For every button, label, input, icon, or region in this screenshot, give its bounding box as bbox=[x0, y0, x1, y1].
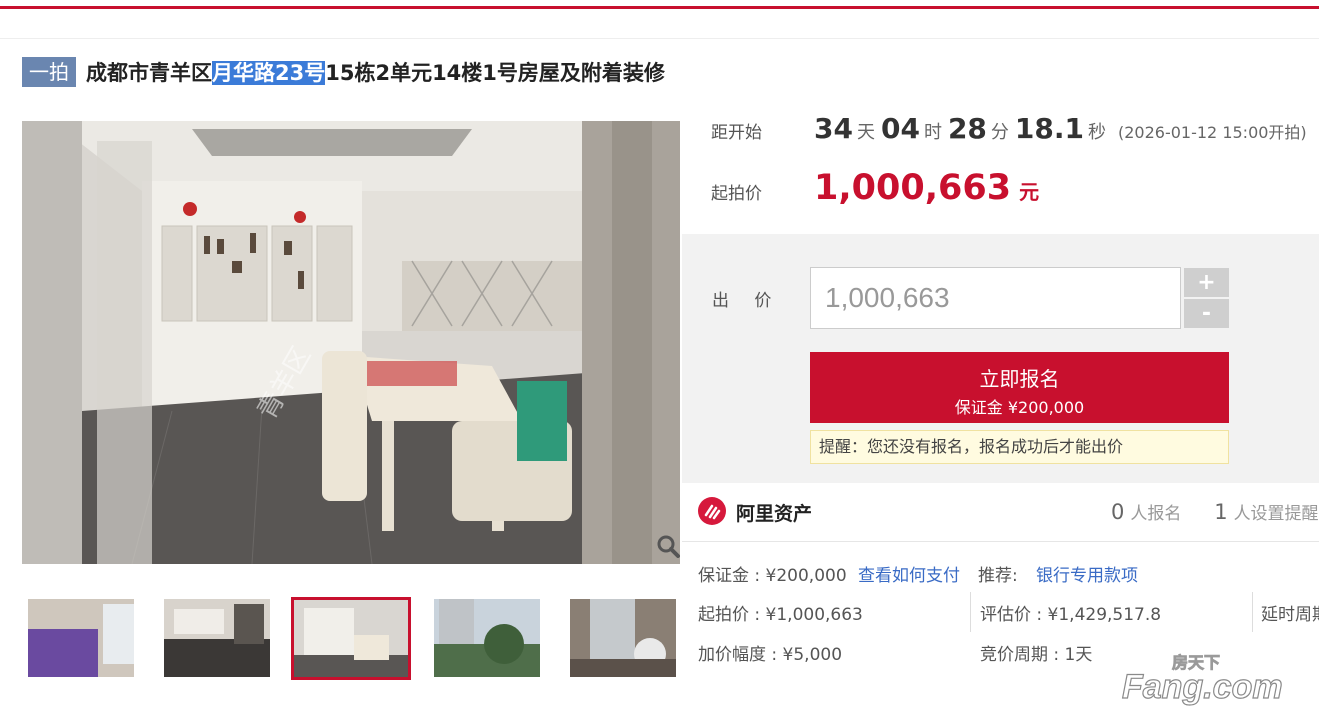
auction-stats: 0 人报名 1 人设置提醒 bbox=[1111, 499, 1319, 524]
starting-price-unit: 元 bbox=[1019, 180, 1040, 204]
page-title: 成都市青羊区月华路23号15栋2单元14楼1号房屋及附着装修 bbox=[86, 57, 665, 87]
how-to-pay-link[interactable]: 查看如何支付 bbox=[858, 561, 960, 586]
top-separator bbox=[0, 38, 1319, 39]
zoom-icon[interactable] bbox=[656, 534, 680, 558]
hours-unit: 时 bbox=[923, 122, 942, 143]
starting-price-label: 起拍价 bbox=[711, 184, 762, 204]
room-illustration: 青羊区 bbox=[22, 121, 680, 564]
title-prefix: 成都市青羊区 bbox=[86, 61, 212, 85]
thumbnail-5[interactable] bbox=[570, 599, 676, 677]
signup-notice: 提醒：您还没有报名，报名成功后才能出价 bbox=[810, 430, 1229, 464]
thumbnail-3-active[interactable] bbox=[291, 597, 411, 680]
delay-cycle-info: 延时周期 bbox=[1261, 605, 1319, 625]
countdown-label: 距开始 bbox=[711, 123, 762, 143]
countdown-hours: 04 bbox=[880, 112, 920, 145]
title-suffix: 15栋2单元14楼1号房屋及附着装修 bbox=[325, 61, 665, 85]
signup-count: 0 bbox=[1111, 500, 1125, 524]
bid-label: 出 价 bbox=[712, 291, 782, 311]
column-divider-2 bbox=[1252, 592, 1253, 632]
thumbnail-strip bbox=[28, 597, 678, 681]
platform-name: 阿里资产 bbox=[736, 503, 813, 525]
countdown-minutes: 28 bbox=[947, 112, 987, 145]
recommend-label: 推荐: bbox=[978, 566, 1018, 586]
countdown-days: 34 bbox=[814, 112, 853, 145]
bid-amount-input[interactable]: 1,000,663 bbox=[810, 267, 1181, 329]
title-highlight: 月华路23号 bbox=[212, 61, 326, 85]
platform-separator bbox=[682, 541, 1319, 542]
days-unit: 天 bbox=[856, 122, 875, 143]
signup-deposit-label: 保证金 ¥200,000 bbox=[954, 398, 1085, 417]
reminder-count: 1 bbox=[1214, 500, 1228, 524]
increase-bid-button[interactable]: + bbox=[1184, 268, 1229, 297]
title-row: 一拍 成都市青羊区月华路23号15栋2单元14楼1号房屋及附着装修 bbox=[22, 55, 665, 89]
starting-price-row: 起拍价 1,000,663 元 bbox=[711, 168, 1039, 212]
main-property-image[interactable]: 青羊区 bbox=[22, 121, 680, 564]
column-divider-1 bbox=[970, 592, 971, 632]
thumbnail-2[interactable] bbox=[164, 599, 270, 677]
bank-account-link[interactable]: 银行专用款项 bbox=[1036, 561, 1138, 586]
top-accent-line bbox=[0, 6, 1319, 9]
countdown-seconds: 18.1 bbox=[1014, 112, 1084, 145]
signup-button[interactable]: 立即报名 保证金 ¥200,000 bbox=[810, 352, 1229, 423]
fang-watermark-logo: 房天下 Fang.com bbox=[1120, 648, 1305, 708]
start-time: (2026-01-12 15:00开拍) bbox=[1118, 123, 1307, 142]
ali-logo-icon bbox=[698, 497, 726, 525]
start-price-info: 起拍价 : ¥1,000,663 bbox=[698, 605, 863, 625]
seconds-unit: 秒 bbox=[1088, 122, 1106, 143]
starting-price-value: 1,000,663 bbox=[814, 168, 1012, 208]
thumbnail-1[interactable] bbox=[28, 599, 134, 677]
bid-cycle-info: 竞价周期 : 1天 bbox=[980, 645, 1093, 665]
reminder-count-label: 人设置提醒 bbox=[1233, 504, 1319, 524]
countdown-row: 距开始 34 天 04 时 28 分 18.1 秒 (2026-01-12 15:00开… bbox=[711, 112, 1307, 152]
increment-info: 加价幅度 : ¥5,000 bbox=[698, 645, 843, 665]
auction-round-badge: 一拍 bbox=[22, 57, 76, 87]
signup-button-label: 立即报名 bbox=[979, 367, 1060, 391]
minutes-unit: 分 bbox=[990, 122, 1009, 143]
thumbnail-4[interactable] bbox=[434, 599, 540, 677]
deposit-info: 保证金 : ¥200,000 bbox=[698, 566, 847, 586]
decrease-bid-button[interactable]: - bbox=[1184, 299, 1229, 328]
signup-count-label: 人报名 bbox=[1130, 504, 1182, 524]
appraisal-info: 评估价 : ¥1,429,517.8 bbox=[980, 605, 1162, 625]
watermark-bottom-text: Fang.com bbox=[1122, 668, 1283, 706]
